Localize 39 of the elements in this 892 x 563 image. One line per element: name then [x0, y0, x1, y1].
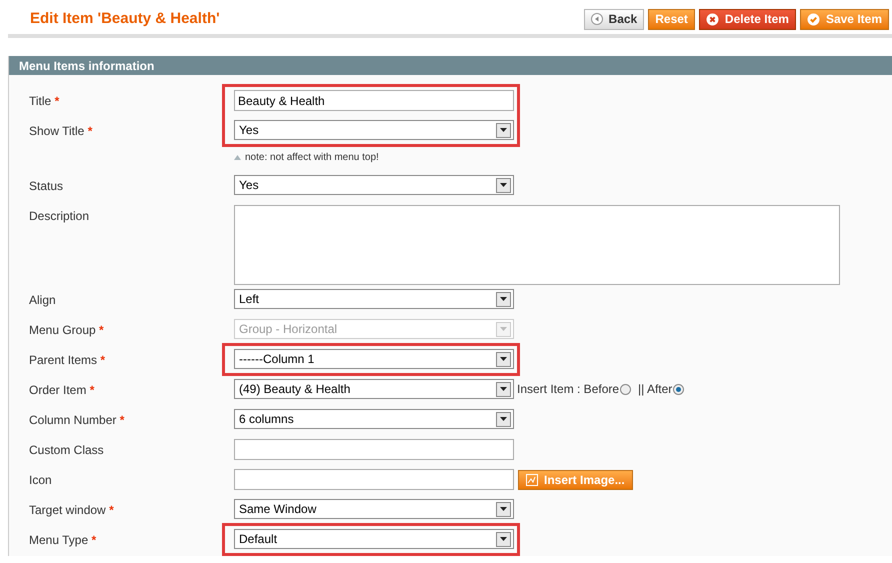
- dropdown-field[interactable]: Yes: [234, 175, 514, 195]
- action-button[interactable]: Delete Item: [698, 8, 796, 30]
- radio-label: || After: [638, 381, 672, 398]
- text-field[interactable]: [234, 439, 514, 460]
- field-label: Order Item *: [29, 382, 96, 399]
- dropdown-field[interactable]: Left: [234, 289, 514, 309]
- field-label: Title *: [29, 93, 60, 110]
- field-label: Description: [29, 208, 90, 225]
- text-field[interactable]: [234, 469, 514, 490]
- image-icon: [526, 474, 538, 486]
- check-icon: [806, 12, 820, 26]
- close-icon: [706, 12, 719, 26]
- dropdown-field[interactable]: Yes: [234, 120, 514, 140]
- field-label: Icon: [29, 472, 53, 489]
- dropdown-field[interactable]: Default: [234, 529, 514, 549]
- field-label: Custom Class: [29, 442, 105, 459]
- note-arrow-icon: [234, 155, 241, 160]
- radio-label: Insert Item : Before: [517, 381, 620, 398]
- page-title: Edit Item 'Beauty & Health': [30, 8, 220, 29]
- field-label: Menu Type *: [29, 532, 98, 549]
- action-button[interactable]: Back: [584, 8, 644, 30]
- field-note: note: not affect with menu top!: [245, 151, 379, 165]
- field-label: Menu Group *: [29, 322, 105, 339]
- radio-button[interactable]: [620, 384, 632, 394]
- dropdown-field[interactable]: (49) Beauty & Health: [234, 379, 514, 399]
- dropdown-field[interactable]: Same Window: [234, 499, 514, 519]
- dropdown-field[interactable]: 6 columns: [234, 409, 514, 429]
- field-label: Align: [29, 292, 57, 309]
- radio-button[interactable]: [673, 384, 684, 394]
- description-field[interactable]: [234, 205, 840, 285]
- field-label: Status: [29, 178, 64, 195]
- section-header: Menu Items information: [9, 56, 892, 75]
- back-icon: [590, 13, 603, 25]
- text-field[interactable]: Beauty & Health: [234, 90, 514, 111]
- field-label: Show Title *: [29, 123, 94, 140]
- field-label: Column Number *: [29, 412, 126, 429]
- field-label: Parent Items *: [29, 352, 106, 369]
- dropdown-field[interactable]: ------Column 1: [234, 349, 514, 369]
- field-label: Target window *: [29, 502, 115, 519]
